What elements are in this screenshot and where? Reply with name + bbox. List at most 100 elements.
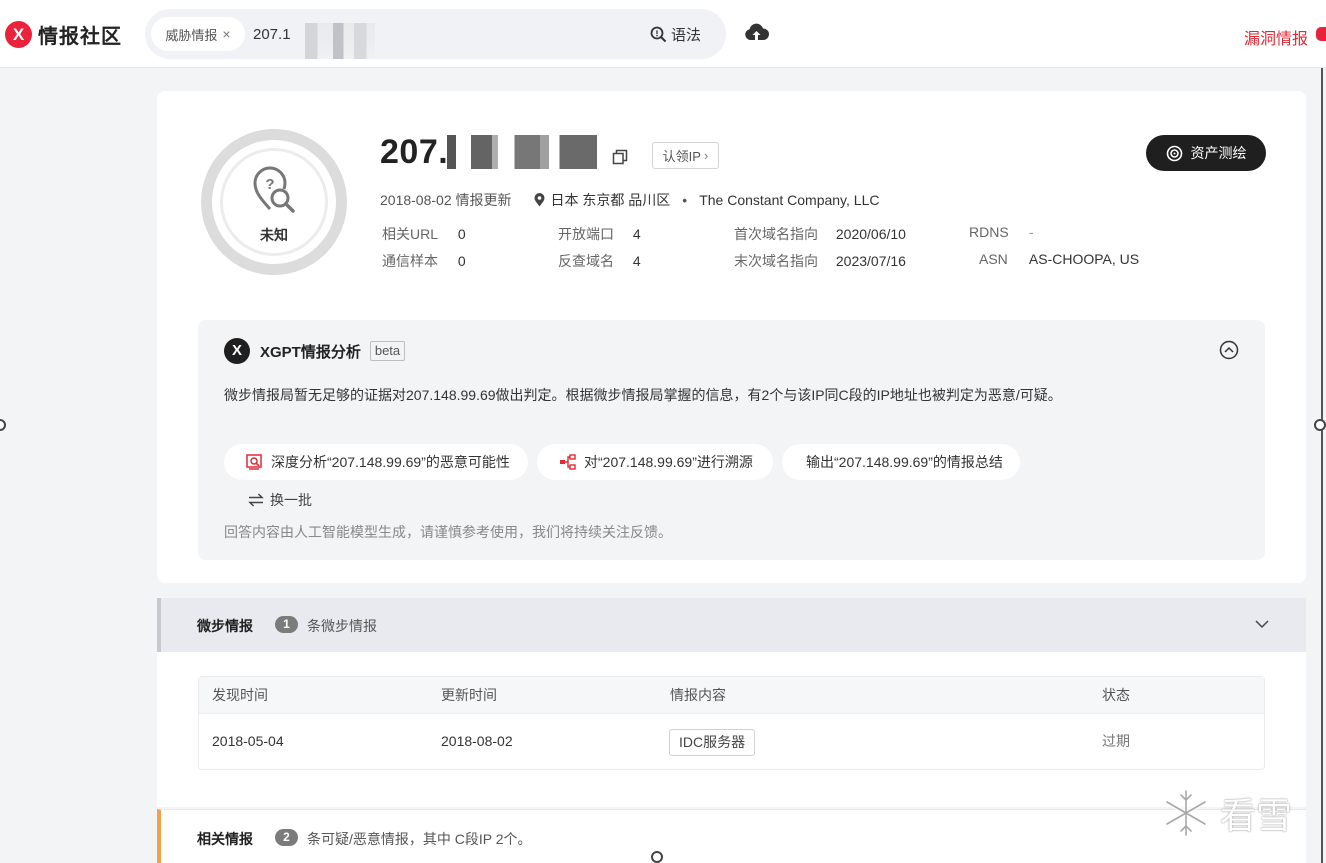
stat-reverse-domains: 反查域名 4: [558, 251, 641, 271]
watermark: 看雪: [1160, 787, 1292, 839]
analysis-icon: [246, 454, 262, 470]
stat-last-domain: 末次域名指向 2023/07/16: [734, 251, 906, 271]
weibu-intel-body: 发现时间 更新时间 情报内容 状态 2018-05-04 2018-08-02 …: [157, 652, 1306, 807]
stat-value: -: [1028, 224, 1034, 240]
xgpt-analysis-panel: X XGPT情报分析 beta 微步情报局暂无足够的证据对207.148.99.…: [198, 320, 1265, 560]
stat-related-url: 相关URL 0: [382, 224, 466, 244]
stat-comm-samples: 通信样本 0: [382, 251, 466, 271]
search-box: 威胁情报 × 语法: [145, 9, 726, 59]
organization-text: The Constant Company, LLC: [699, 192, 880, 208]
suggestion-label: 对“207.148.99.69”进行溯源: [584, 454, 753, 470]
stat-label: 相关URL: [382, 226, 439, 242]
intel-tag[interactable]: IDC服务器: [669, 728, 756, 756]
related-intel-header[interactable]: 相关情报 2 条可疑/恶意情报，其中 C段IP 2个。: [157, 809, 1306, 863]
fire-icon: [1316, 27, 1326, 41]
chevron-down-icon[interactable]: [1254, 616, 1270, 632]
stat-open-ports: 开放端口 4: [558, 224, 641, 244]
count-badge: 2: [275, 829, 298, 846]
syntax-label: 语法: [671, 26, 702, 44]
stat-label: 首次域名指向: [734, 226, 818, 242]
search-type-label: 威胁情报: [165, 27, 218, 43]
suggestion-deep-analysis[interactable]: 深度分析“207.148.99.69”的恶意可能性: [224, 444, 528, 480]
ip-summary-card: ? 未知 207. 认领IP › 资产测绘 2018-08-02 情报更新 日本…: [157, 91, 1306, 583]
vulnerability-intel-link[interactable]: 漏洞情报: [1244, 25, 1308, 49]
logo-icon: X: [5, 21, 32, 48]
asset-mapping-label: 资产测绘: [1190, 145, 1247, 161]
stat-label: 通信样本: [382, 253, 438, 269]
watermark-text: 看雪: [1220, 796, 1293, 837]
beta-badge: beta: [369, 341, 406, 361]
svg-text:?: ?: [265, 176, 274, 193]
resize-handle[interactable]: [0, 419, 6, 431]
suggestion-label: 深度分析“207.148.99.69”的恶意可能性: [271, 454, 510, 470]
chevron-right-icon: ›: [703, 148, 709, 163]
stat-rdns: RDNS -: [969, 224, 1034, 240]
stat-label: 开放端口: [558, 226, 614, 242]
table-row: 2018-05-04 2018-08-02 IDC服务器 过期: [199, 714, 1264, 769]
location-text: 日本 东京都 品川区: [550, 192, 671, 208]
weibu-intel-header[interactable]: 微步情报 1 条微步情报: [157, 598, 1306, 652]
stat-value[interactable]: 4: [633, 253, 641, 269]
suggestion-label: 输出“207.148.99.69”的情报总结: [806, 454, 1003, 470]
stat-value[interactable]: 4: [633, 226, 641, 242]
count-badge: 1: [275, 616, 298, 633]
swap-arrows-icon: [248, 493, 264, 507]
claim-ip-button[interactable]: 认领IP ›: [652, 142, 719, 169]
target-icon: [1166, 145, 1182, 161]
section-desc: 条可疑/恶意情报，其中 C段IP 2个。: [307, 831, 532, 847]
stat-value[interactable]: 0: [458, 253, 466, 269]
trace-tree-icon: [560, 454, 576, 470]
suggestion-summary[interactable]: 输出“207.148.99.69”的情报总结: [782, 444, 1020, 480]
window-frame-edge: [1321, 68, 1323, 863]
snowflake-icon: [1165, 789, 1207, 837]
stat-value: 2020/06/10: [835, 226, 906, 242]
ip-redaction-mosaic: [447, 135, 597, 169]
search-type-chip[interactable]: 威胁情报 ×: [151, 17, 245, 51]
suggestion-trace-source[interactable]: 对“207.148.99.69”进行溯源: [537, 444, 773, 480]
xgpt-header: X XGPT情报分析 beta: [224, 338, 406, 364]
column-header: 更新时间: [441, 687, 497, 703]
claim-ip-label: 认领IP: [662, 149, 701, 164]
resize-handle[interactable]: [651, 851, 663, 863]
xgpt-logo-icon: X: [224, 338, 250, 364]
copy-icon[interactable]: [612, 149, 628, 165]
close-icon[interactable]: ×: [222, 26, 230, 42]
cloud-upload-icon[interactable]: [744, 22, 769, 46]
search-icon: [650, 26, 667, 42]
section-title: 微步情报: [197, 618, 253, 634]
column-header: 情报内容: [670, 687, 726, 703]
stat-value[interactable]: AS-CHOOPA, US: [1029, 251, 1139, 267]
top-bar: X 情报社区 威胁情报 × 语法 漏洞情报: [0, 0, 1326, 68]
chevron-up-icon[interactable]: [1219, 340, 1239, 360]
update-date: 2018-08-02 情报更新: [380, 192, 512, 208]
stat-asn: ASN AS-CHOOPA, US: [979, 251, 1139, 267]
resize-handle[interactable]: [1314, 419, 1326, 431]
status-cell: 过期: [1102, 733, 1130, 749]
refresh-suggestions-button[interactable]: 换一批: [248, 490, 312, 510]
table-header: 发现时间 更新时间 情报内容 状态: [199, 677, 1264, 714]
stat-value: 2023/07/16: [835, 253, 906, 269]
ai-disclaimer: 回答内容由人工智能模型生成，请谨慎参考使用，我们将持续关注反馈。: [224, 524, 672, 540]
intel-table: 发现时间 更新时间 情报内容 状态 2018-05-04 2018-08-02 …: [198, 676, 1265, 770]
refresh-label: 换一批: [270, 492, 312, 508]
logo[interactable]: X 情报社区: [5, 20, 122, 49]
content-cell: IDC服务器: [669, 714, 756, 769]
separator-dot: •: [682, 192, 688, 208]
ip-address-title: 207.: [380, 133, 449, 171]
meta-line: 2018-08-02 情报更新 日本 东京都 品川区 • The Constan…: [380, 190, 879, 210]
xgpt-title: XGPT情报分析: [260, 343, 361, 361]
unknown-location-icon: ?: [253, 166, 295, 213]
syntax-button[interactable]: 语法: [650, 23, 701, 45]
column-header: 状态: [1102, 687, 1130, 703]
section-desc: 条微步情报: [307, 618, 377, 634]
logo-text: 情报社区: [38, 26, 122, 48]
location: 日本 东京都 品川区 • The Constant Company, LLC: [534, 190, 880, 210]
asset-mapping-button[interactable]: 资产测绘: [1146, 135, 1266, 171]
column-header: 发现时间: [212, 687, 268, 703]
update-time-cell: 2018-08-02: [441, 733, 513, 749]
xgpt-analysis-text: 微步情报局暂无足够的证据对207.148.99.69做出判定。根据微步情报局掌握…: [224, 387, 1062, 403]
stat-value[interactable]: 0: [458, 226, 466, 242]
stat-label: 末次域名指向: [734, 253, 818, 269]
redaction-mosaic: [305, 23, 375, 59]
stat-label: 反查域名: [558, 253, 614, 269]
